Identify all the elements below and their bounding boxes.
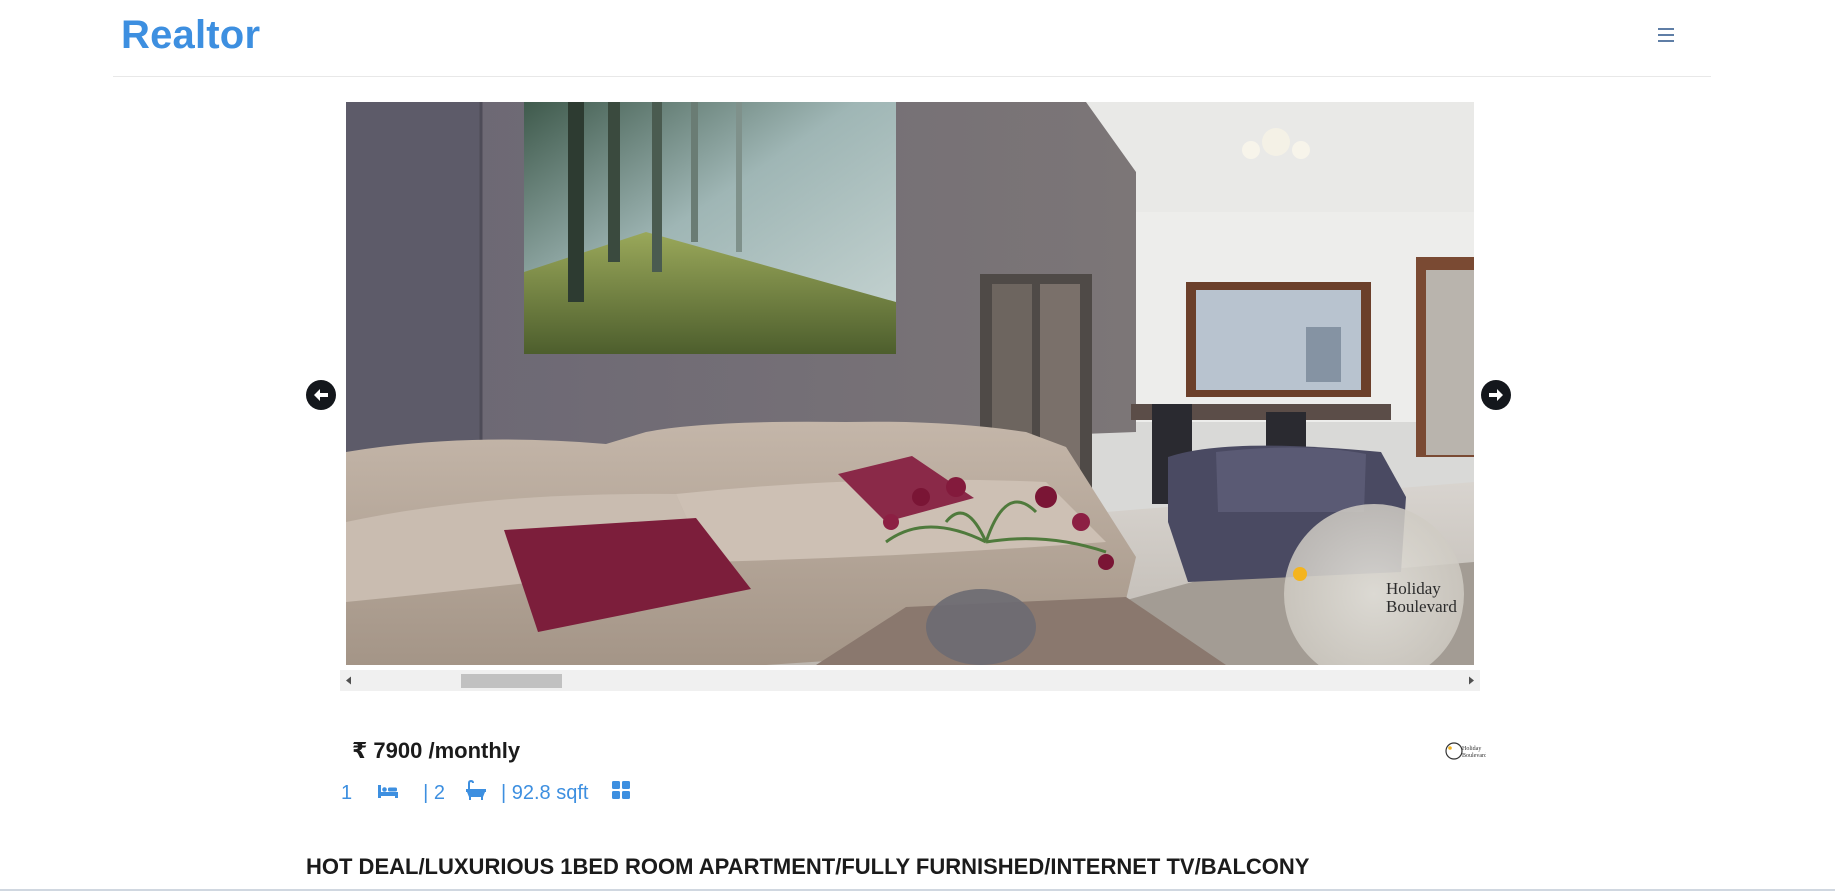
svg-text:Holiday: Holiday [1386,579,1441,598]
arrow-right-circle-icon[interactable] [1481,380,1511,410]
bathroom-count: | 2 [423,781,445,804]
brand-logo[interactable]: Realtor [121,13,260,58]
carousel-scrollbar[interactable] [340,670,1480,691]
bed-icon [377,782,399,805]
bedroom-count: 1 [341,781,353,804]
arrow-left-circle-icon[interactable] [306,380,336,410]
listing-price: ₹ 7900 /monthly [352,738,521,763]
scrollbar-thumb[interactable] [461,674,562,688]
area-size: | 92.8 sqft [501,781,589,804]
listing-title: HOT DEAL/LUXURIOUS 1BED ROOM APARTMENT/F… [306,854,1310,879]
scroll-right-arrow-icon[interactable] [1462,670,1480,691]
carousel-slide[interactable]: Holiday Boulevard [346,102,1474,665]
hamburger-menu-icon[interactable] [1655,24,1677,46]
svg-text:Boulevard: Boulevard [1462,753,1486,759]
svg-text:Boulevard: Boulevard [1386,597,1457,616]
listing-specs: 1 | 2 | 92.8 sqft [341,778,631,808]
property-photo: Holiday Boulevard [346,102,1474,665]
image-carousel: Holiday Boulevard [306,102,1511,691]
svg-text:Holiday: Holiday [1462,746,1481,752]
bathtub-icon [465,779,487,806]
grid-icon [612,781,631,805]
agency-logo[interactable]: Holiday Boulevard [1444,738,1487,764]
scroll-left-arrow-icon[interactable] [340,670,358,691]
navbar: Realtor [113,0,1711,77]
